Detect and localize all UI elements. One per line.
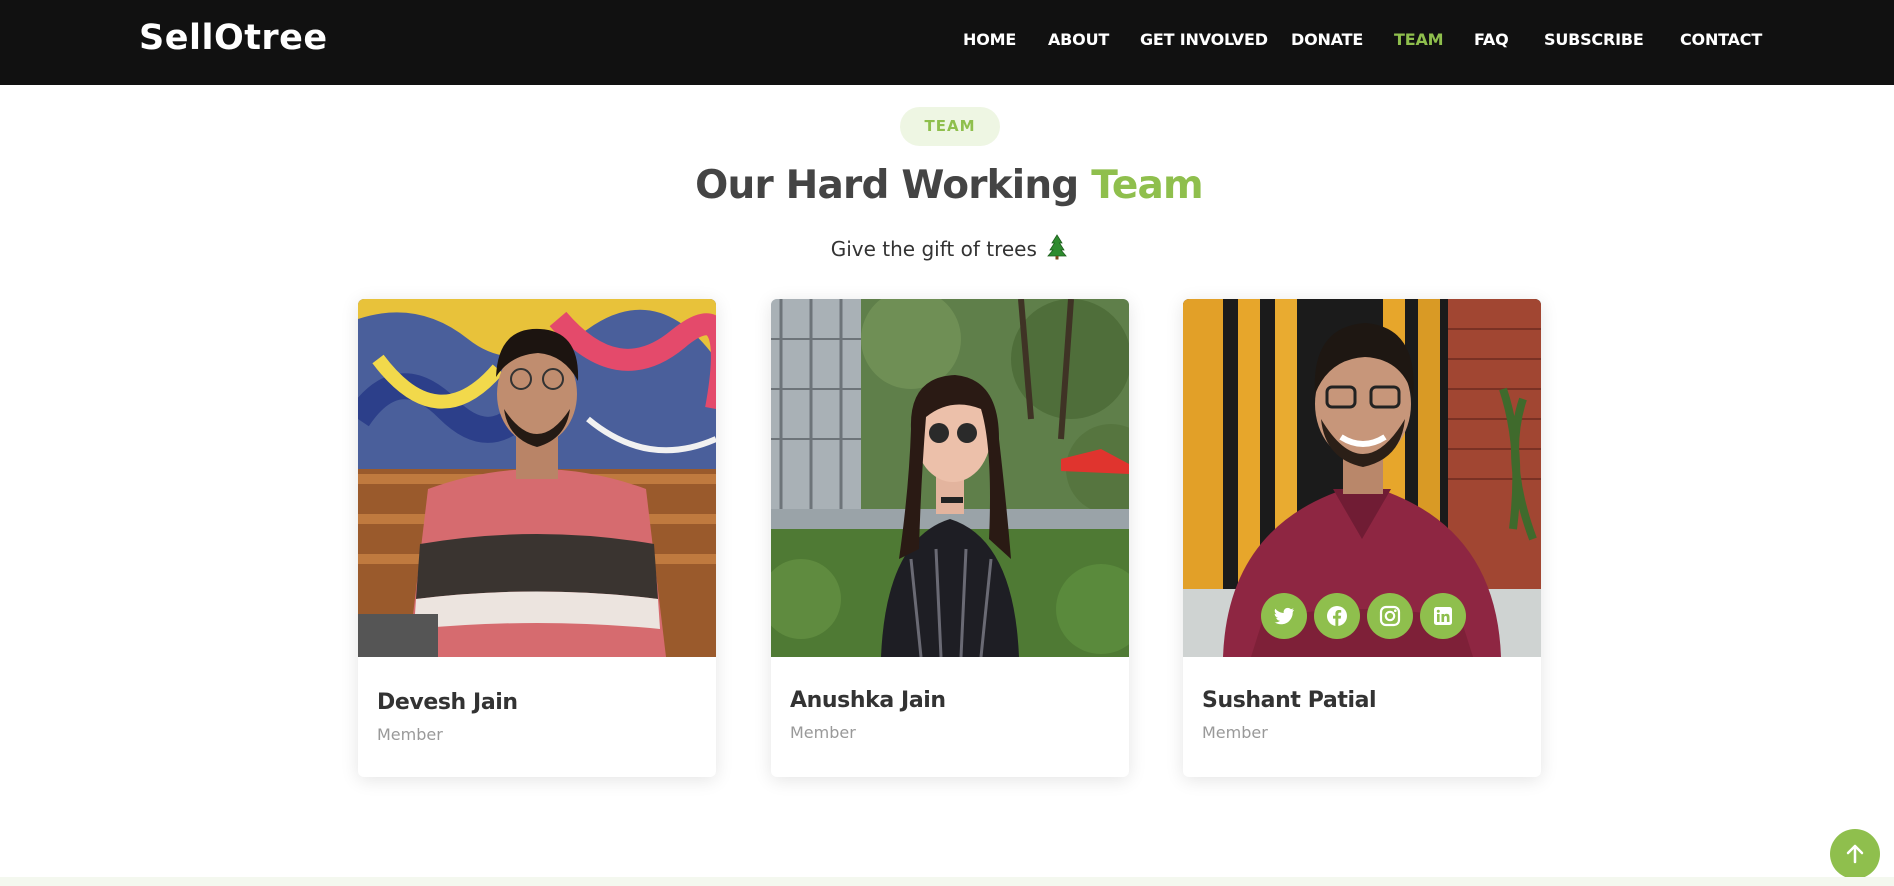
team-card: Sushant Patial Member xyxy=(1183,299,1541,777)
nav-donate[interactable]: DONATE xyxy=(1291,30,1363,49)
member-role: Member xyxy=(790,723,856,742)
nav-faq[interactable]: FAQ xyxy=(1474,30,1509,49)
instagram-icon[interactable] xyxy=(1367,593,1413,639)
nav-team[interactable]: TEAM xyxy=(1394,30,1444,49)
evergreen-tree-icon xyxy=(1047,234,1068,260)
section-title: Our Hard Working Team xyxy=(0,163,1894,208)
social-links xyxy=(1261,593,1466,639)
team-card: Devesh Jain Member xyxy=(358,299,716,777)
member-name: Sushant Patial xyxy=(1202,688,1377,713)
member-photo xyxy=(1183,299,1541,657)
section-badge: TEAM xyxy=(900,107,1000,146)
section-subtitle: Give the gift of trees xyxy=(0,234,1894,261)
nav-subscribe[interactable]: SUBSCRIBE xyxy=(1544,30,1644,49)
member-name: Anushka Jain xyxy=(790,688,946,713)
nav-about[interactable]: ABOUT xyxy=(1048,30,1109,49)
member-photo xyxy=(771,299,1129,657)
facebook-icon[interactable] xyxy=(1314,593,1360,639)
section-title-accent: Team xyxy=(1091,163,1203,208)
member-role: Member xyxy=(377,725,443,744)
twitter-icon[interactable] xyxy=(1261,593,1307,639)
member-photo xyxy=(358,299,716,657)
member-name: Devesh Jain xyxy=(377,690,518,715)
nav-get-involved[interactable]: GET INVOLVED xyxy=(1140,30,1268,49)
section-title-main: Our Hard Working xyxy=(695,163,1092,208)
navbar: SellOtree HOME ABOUT GET INVOLVED DONATE… xyxy=(0,0,1894,85)
arrow-up-icon xyxy=(1846,844,1864,864)
section-subtitle-text: Give the gift of trees xyxy=(830,237,1037,261)
footer-edge xyxy=(0,877,1894,886)
team-card: Anushka Jain Member xyxy=(771,299,1129,777)
linkedin-icon[interactable] xyxy=(1420,593,1466,639)
nav-home[interactable]: HOME xyxy=(963,30,1016,49)
scroll-to-top-button[interactable] xyxy=(1830,829,1880,879)
member-role: Member xyxy=(1202,723,1268,742)
nav-contact[interactable]: CONTACT xyxy=(1680,30,1762,49)
site-logo[interactable]: SellOtree xyxy=(139,18,328,58)
